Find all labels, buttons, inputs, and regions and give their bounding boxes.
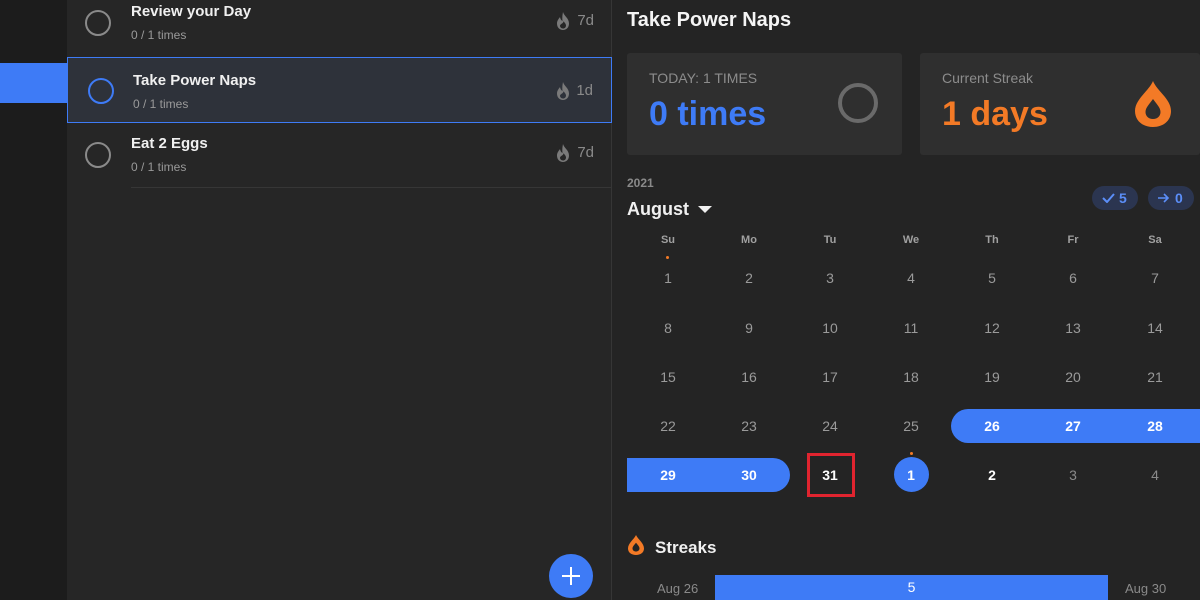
calendar-month[interactable]: August bbox=[627, 199, 689, 220]
check-icon bbox=[1102, 193, 1115, 203]
calendar-day[interactable]: 20 bbox=[1053, 369, 1093, 385]
nav-rail-active-item[interactable] bbox=[0, 63, 67, 103]
calendar-day[interactable]: 14 bbox=[1135, 320, 1175, 336]
calendar-day-streak[interactable]: 28 bbox=[1135, 418, 1175, 434]
calendar-day[interactable]: 15 bbox=[648, 369, 688, 385]
streak-label: Current Streak bbox=[942, 70, 1034, 86]
streak-start-date: Aug 26 bbox=[657, 581, 699, 596]
calendar-day-streak[interactable]: 27 bbox=[1053, 418, 1093, 434]
habit-name: Eat 2 Eggs bbox=[131, 135, 208, 152]
current-streak-card: Current Streak 1 days bbox=[920, 53, 1200, 155]
calendar-day[interactable]: 17 bbox=[810, 369, 850, 385]
habit-streak: 7d bbox=[577, 144, 594, 161]
weekday-label: Fr bbox=[1067, 234, 1079, 246]
today-label: TODAY: 1 TIMES bbox=[649, 70, 758, 86]
calendar-day[interactable]: 8 bbox=[648, 320, 688, 336]
streak-length: 5 bbox=[907, 579, 916, 595]
activity-dot bbox=[910, 452, 913, 455]
drop-icon bbox=[1135, 81, 1171, 127]
habit-item-take-power-naps[interactable]: Take Power Naps 0 / 1 times 1d bbox=[67, 57, 612, 123]
habit-name: Take Power Naps bbox=[133, 72, 257, 89]
calendar-day[interactable]: 1 bbox=[648, 270, 688, 286]
add-habit-button[interactable] bbox=[549, 554, 593, 598]
habit-detail-panel: Take Power Naps TODAY: 1 TIMES 0 times C… bbox=[612, 0, 1200, 600]
weekday-label: Tu bbox=[823, 234, 837, 246]
habit-streak: 7d bbox=[577, 12, 594, 29]
calendar-day[interactable]: 19 bbox=[972, 369, 1012, 385]
habit-count: 0 / 1 times bbox=[133, 97, 189, 111]
habit-count: 0 / 1 times bbox=[131, 28, 187, 42]
calendar-day[interactable]: 3 bbox=[810, 270, 850, 286]
calendar-day[interactable]: 18 bbox=[891, 369, 931, 385]
calendar-day[interactable]: 5 bbox=[972, 270, 1012, 286]
calendar-day-streak[interactable]: 26 bbox=[972, 418, 1012, 434]
streak-value: 1 days bbox=[942, 95, 1048, 133]
flame-icon bbox=[557, 82, 569, 100]
weekday-label: Sa bbox=[1148, 234, 1162, 246]
complete-checkbox[interactable] bbox=[88, 78, 114, 104]
calendar-day[interactable]: 12 bbox=[972, 320, 1012, 336]
drop-icon bbox=[628, 535, 644, 555]
weekday-label: We bbox=[902, 234, 920, 246]
nav-rail bbox=[0, 0, 67, 600]
divider bbox=[131, 187, 612, 188]
calendar-day[interactable]: 4 bbox=[891, 270, 931, 286]
calendar-day-streak[interactable]: 30 bbox=[729, 467, 769, 483]
complete-checkbox[interactable] bbox=[85, 142, 111, 168]
skip-count-badge: 0 bbox=[1148, 186, 1194, 210]
done-count: 5 bbox=[1119, 190, 1127, 206]
calendar-day[interactable]: 11 bbox=[891, 320, 931, 336]
progress-ring-icon[interactable] bbox=[838, 83, 878, 123]
calendar-day[interactable]: 16 bbox=[729, 369, 769, 385]
annotation-highlight-box bbox=[807, 453, 855, 497]
today-card: TODAY: 1 TIMES 0 times bbox=[627, 53, 902, 155]
calendar-day[interactable]: 7 bbox=[1135, 270, 1175, 286]
weekday-label: Su bbox=[660, 234, 676, 246]
calendar-year: 2021 bbox=[627, 176, 654, 190]
calendar-day-streak[interactable]: 29 bbox=[648, 467, 688, 483]
habit-item-review-your-day[interactable]: Review your Day 0 / 1 times 7d bbox=[67, 0, 612, 64]
calendar-day[interactable]: 10 bbox=[810, 320, 850, 336]
calendar-day-next-month[interactable]: 4 bbox=[1135, 467, 1175, 483]
flame-icon bbox=[557, 144, 569, 162]
done-count-badge: 5 bbox=[1092, 186, 1138, 210]
today-value: 0 times bbox=[649, 95, 767, 133]
calendar-day[interactable]: 2 bbox=[972, 467, 1012, 483]
skip-count: 0 bbox=[1175, 190, 1183, 206]
calendar-day[interactable]: 24 bbox=[810, 418, 850, 434]
weekday-label: Th bbox=[985, 234, 999, 246]
calendar-day[interactable]: 9 bbox=[729, 320, 769, 336]
habit-item-eat-2-eggs[interactable]: Eat 2 Eggs 0 / 1 times 7d bbox=[67, 130, 612, 196]
calendar-day[interactable]: 22 bbox=[648, 418, 688, 434]
calendar-day[interactable]: 25 bbox=[891, 418, 931, 434]
weekday-label: Mo bbox=[741, 234, 757, 246]
habit-streak: 1d bbox=[576, 82, 593, 99]
habit-list: Review your Day 0 / 1 times 7d Take Powe… bbox=[67, 0, 612, 600]
complete-checkbox[interactable] bbox=[85, 10, 111, 36]
calendar-day-today[interactable]: 1 bbox=[891, 467, 931, 483]
page-title: Take Power Naps bbox=[627, 9, 792, 31]
flame-icon bbox=[557, 12, 569, 30]
caret-down-icon[interactable] bbox=[698, 206, 712, 213]
habit-name: Review your Day bbox=[131, 3, 252, 20]
streak-bar: 5 bbox=[715, 575, 1108, 600]
arrow-right-icon bbox=[1158, 193, 1170, 203]
calendar-day[interactable]: 23 bbox=[729, 418, 769, 434]
activity-dot bbox=[666, 256, 669, 259]
calendar-day-next-month[interactable]: 3 bbox=[1053, 467, 1093, 483]
calendar-day[interactable]: 6 bbox=[1053, 270, 1093, 286]
streaks-title: Streaks bbox=[655, 538, 717, 557]
habit-count: 0 / 1 times bbox=[131, 160, 187, 174]
plus-icon-vertical bbox=[570, 567, 572, 585]
calendar-day[interactable]: 2 bbox=[729, 270, 769, 286]
streak-end-date: Aug 30 bbox=[1125, 581, 1167, 596]
calendar-day[interactable]: 21 bbox=[1135, 369, 1175, 385]
calendar-day[interactable]: 13 bbox=[1053, 320, 1093, 336]
